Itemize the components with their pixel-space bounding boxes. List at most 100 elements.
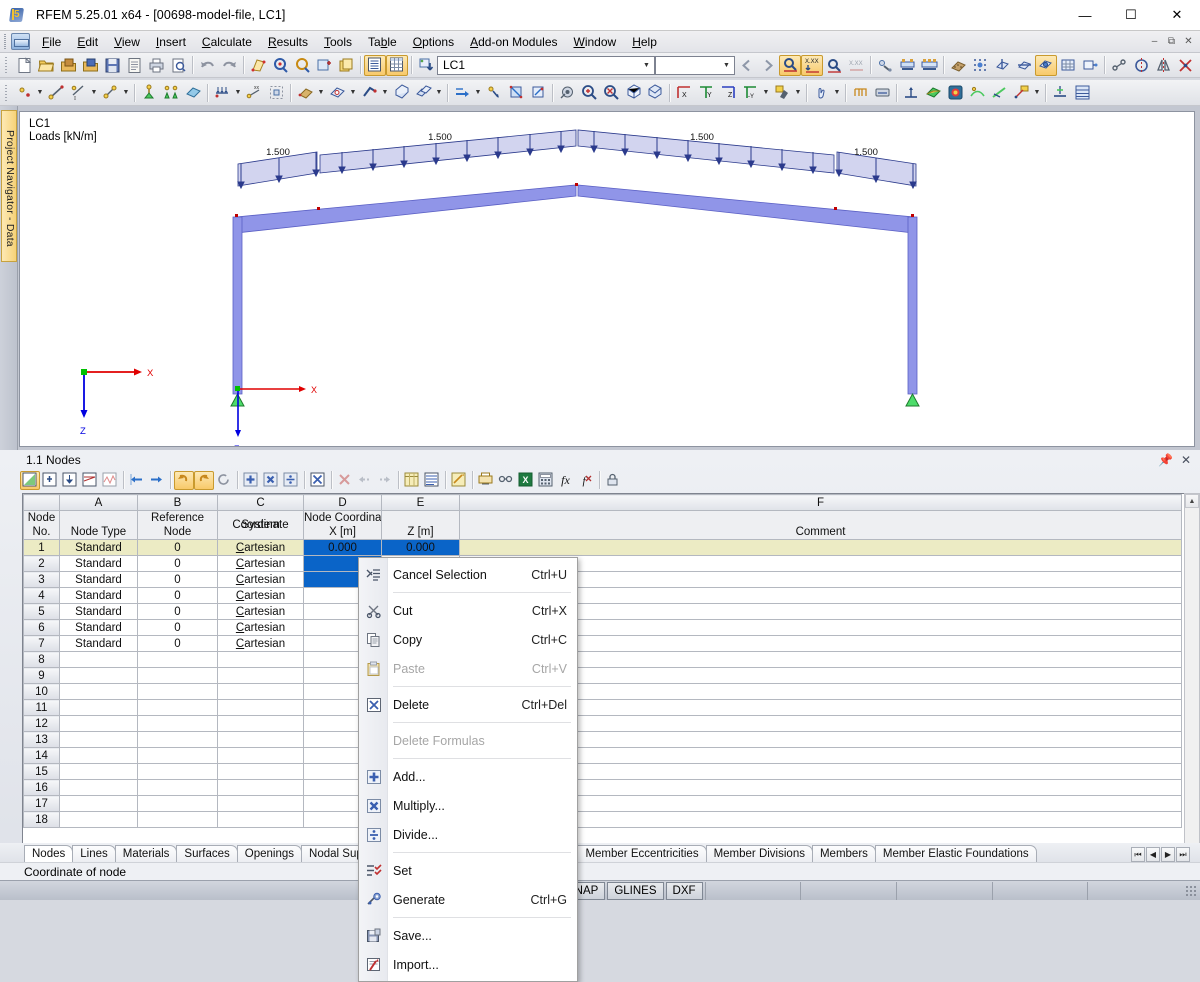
cell-coordinate-system[interactable]: Cartesian: [217, 539, 304, 556]
lock-icon[interactable]: [603, 471, 623, 490]
cell-reference-node[interactable]: [137, 651, 218, 668]
view-y-icon[interactable]: Y: [695, 82, 717, 103]
undo-table-icon[interactable]: [174, 470, 194, 490]
tab-members[interactable]: Members: [811, 845, 876, 862]
table-view-icon[interactable]: [364, 54, 386, 76]
save-all-icon[interactable]: [123, 55, 145, 76]
surface-grid-icon[interactable]: [947, 55, 969, 76]
line-support-create-icon[interactable]: [160, 82, 182, 103]
load-case-combo[interactable]: LC1 ▼: [437, 55, 655, 75]
cell-reference-node[interactable]: 0: [137, 539, 218, 556]
member-load-icon[interactable]: [211, 82, 233, 103]
new-file-icon[interactable]: [13, 55, 35, 76]
minimize-button[interactable]: —: [1062, 0, 1108, 31]
table-row[interactable]: 10: [23, 683, 1182, 700]
table-row[interactable]: 3 Standard 0 Cartesian: [23, 571, 1182, 588]
display-loads-icon[interactable]: [779, 54, 801, 76]
member-support-icon[interactable]: [918, 55, 940, 76]
support-reaction-icon[interactable]: [900, 82, 922, 103]
cross-section-icon[interactable]: [390, 82, 412, 103]
cell-node-no[interactable]: 9: [23, 667, 60, 684]
next-table-icon[interactable]: [147, 471, 167, 490]
cell-x[interactable]: 0.000: [303, 539, 382, 556]
table-row[interactable]: 8: [23, 651, 1182, 668]
mirror-icon[interactable]: [1152, 55, 1174, 76]
cell-node-type[interactable]: Standard: [59, 619, 138, 636]
result-value-icon[interactable]: [1010, 82, 1032, 103]
nodes-table[interactable]: A B C D E F Node No. Node Type Reference…: [22, 493, 1192, 893]
cell-node-type[interactable]: Standard: [59, 571, 138, 588]
cell-node-no[interactable]: 16: [23, 779, 60, 796]
cell-node-type[interactable]: Standard: [59, 587, 138, 604]
model-toolbar-grip[interactable]: [3, 83, 10, 102]
find-icon[interactable]: [291, 55, 313, 76]
move-rotate-dropdown[interactable]: ▼: [473, 82, 483, 103]
result-table-icon[interactable]: [1071, 82, 1093, 103]
new-line-icon[interactable]: [45, 82, 67, 103]
table-export-icon[interactable]: [60, 471, 80, 490]
menu-insert[interactable]: Insert: [148, 32, 194, 52]
table-row[interactable]: 1 Standard 0 Cartesian 0.000 0.000: [23, 539, 1182, 556]
print-preview-icon[interactable]: [167, 55, 189, 76]
table-filter-icon[interactable]: [80, 471, 100, 490]
show-deformation-icon[interactable]: [823, 55, 845, 76]
tab-nodes[interactable]: Nodes: [24, 845, 74, 862]
context-menu-item-multiply[interactable]: Multiply...: [359, 791, 577, 820]
nodal-support-create-icon[interactable]: [138, 82, 160, 103]
table-row[interactable]: 5 Standard 0 Cartesian: [23, 603, 1182, 620]
save-icon[interactable]: [101, 55, 123, 76]
cell-coordinate-system[interactable]: [217, 795, 304, 812]
table-row[interactable]: 17: [23, 795, 1182, 812]
cell-node-no[interactable]: 10: [23, 683, 60, 700]
work-plane-icon[interactable]: [1035, 54, 1057, 76]
line-support-icon[interactable]: [896, 55, 918, 76]
table-edit-icon[interactable]: [20, 470, 40, 490]
menu-help[interactable]: Help: [624, 32, 665, 52]
cell-coordinate-system[interactable]: [217, 811, 304, 828]
cell-reference-node[interactable]: 0: [137, 619, 218, 636]
cell-reference-node[interactable]: [137, 715, 218, 732]
menu-view[interactable]: View: [106, 32, 148, 52]
pin-icon[interactable]: 📌: [1158, 453, 1173, 467]
zoom-in-icon[interactable]: [578, 82, 600, 103]
cell-node-type[interactable]: [59, 683, 138, 700]
table-row[interactable]: 15: [23, 763, 1182, 780]
cell-coordinate-system[interactable]: Cartesian: [217, 555, 304, 572]
cell-node-type[interactable]: [59, 731, 138, 748]
shift-right-icon[interactable]: [375, 471, 395, 490]
tab-member-elastic-foundations[interactable]: Member Elastic Foundations: [874, 845, 1037, 862]
open-file-icon[interactable]: [35, 55, 57, 76]
tab-first-button[interactable]: ⏮: [1131, 847, 1145, 862]
cell-node-no[interactable]: 13: [23, 731, 60, 748]
context-menu-item-cancel-selection[interactable]: Cancel Selection Ctrl+U: [359, 560, 577, 589]
intersect-icon[interactable]: [1174, 55, 1196, 76]
cell-node-no[interactable]: 8: [23, 651, 60, 668]
cell-reference-node[interactable]: [137, 795, 218, 812]
copy-model-dropdown[interactable]: ▼: [434, 82, 444, 103]
column-format-icon[interactable]: [402, 471, 422, 490]
cell-node-no[interactable]: 14: [23, 747, 60, 764]
open-project-icon[interactable]: [57, 55, 79, 76]
cell-node-type[interactable]: [59, 715, 138, 732]
cell-reference-node[interactable]: [137, 811, 218, 828]
tab-prev-button[interactable]: ◀: [1146, 847, 1160, 862]
cell-node-no[interactable]: 5: [23, 603, 60, 620]
table-row[interactable]: 12: [23, 715, 1182, 732]
table-row[interactable]: 14: [23, 747, 1182, 764]
surface-result-icon[interactable]: [922, 82, 944, 103]
col-letter-e[interactable]: E: [381, 494, 460, 511]
opening-icon[interactable]: [326, 82, 348, 103]
new-surface-icon[interactable]: [182, 82, 204, 103]
maximize-button[interactable]: ☐: [1108, 0, 1154, 31]
new-node-icon[interactable]: [13, 82, 35, 103]
mdi-restore-button[interactable]: ⧉: [1164, 35, 1179, 49]
cell-reference-node[interactable]: 0: [137, 587, 218, 604]
mdi-close-button[interactable]: ✕: [1181, 35, 1196, 49]
close-button[interactable]: ✕: [1154, 0, 1200, 31]
print-icon[interactable]: [145, 55, 167, 76]
view-x-icon[interactable]: X: [673, 82, 695, 103]
grid-points-icon[interactable]: [969, 55, 991, 76]
col-letter-b[interactable]: B: [137, 494, 218, 511]
cell-coordinate-system[interactable]: [217, 683, 304, 700]
cell-coordinate-system[interactable]: [217, 651, 304, 668]
